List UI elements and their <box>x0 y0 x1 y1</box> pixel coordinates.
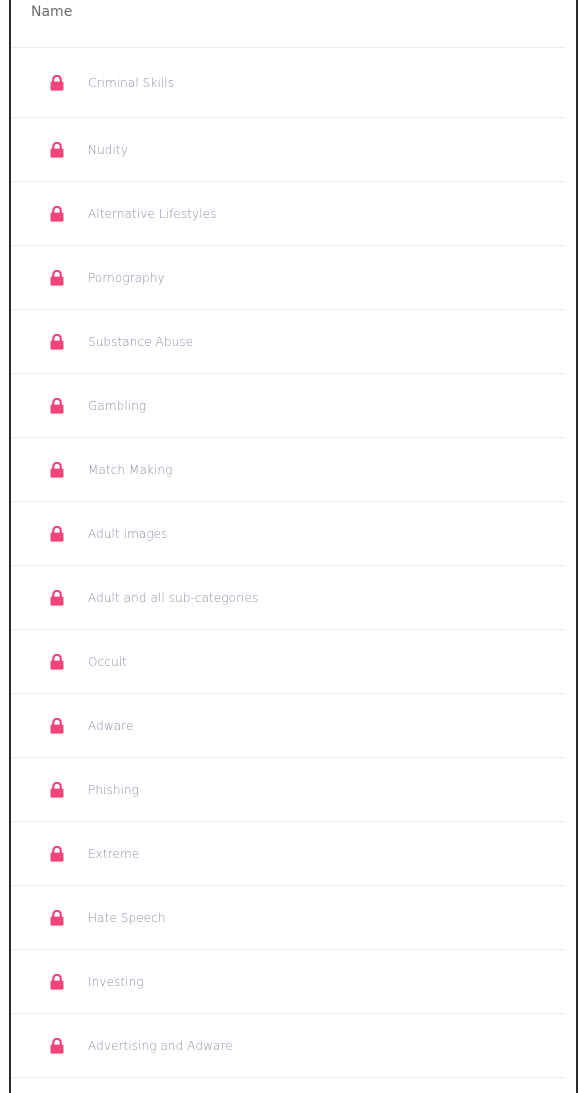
lock-icon <box>50 653 64 670</box>
table-row[interactable]: Adult and all sub-categories <box>11 566 565 630</box>
table-row[interactable]: Gambling <box>11 374 565 438</box>
category-name: Gambling <box>88 398 147 413</box>
category-name: Pornography <box>88 270 165 285</box>
table-row[interactable]: Phishing <box>11 758 565 822</box>
lock-icon <box>50 589 64 606</box>
lock-icon <box>50 781 64 798</box>
category-name: Hate Speech <box>88 910 166 925</box>
category-list-panel: Name Criminal Skills Nudity Alternative Li… <box>0 0 580 1093</box>
table-row[interactable]: Nudity <box>11 118 565 182</box>
category-name: Adult and all sub-categories <box>88 590 259 605</box>
category-name: Alternative Lifestyles <box>88 206 217 221</box>
category-name: Occult <box>88 654 127 669</box>
lock-icon <box>50 973 64 990</box>
table-row[interactable]: Adult images <box>11 502 565 566</box>
table-row[interactable]: Pornography <box>11 246 565 310</box>
category-name: Phishing <box>88 782 139 797</box>
lock-icon <box>50 525 64 542</box>
table-row[interactable]: Match Making <box>11 438 565 502</box>
lock-icon <box>50 845 64 862</box>
category-name: Adult images <box>88 526 168 541</box>
table-row[interactable]: Advertising and Adware <box>11 1014 565 1078</box>
table-row[interactable]: Hate Speech <box>11 886 565 950</box>
table-header: Name <box>11 0 565 48</box>
lock-icon <box>50 74 64 91</box>
lock-icon <box>50 397 64 414</box>
lock-icon <box>50 717 64 734</box>
table-row[interactable]: Occult <box>11 630 565 694</box>
lock-icon <box>50 1037 64 1054</box>
table-row[interactable]: Substance Abuse <box>11 310 565 374</box>
lock-icon <box>50 205 64 222</box>
table-row[interactable]: Adware <box>11 694 565 758</box>
category-name: Match Making <box>88 462 173 477</box>
category-name: Investing <box>88 974 144 989</box>
lock-icon <box>50 461 64 478</box>
table-row[interactable]: Criminal Skills <box>11 48 565 118</box>
table-row[interactable]: Extreme <box>11 822 565 886</box>
table-row[interactable]: Alternative Lifestyles <box>11 182 565 246</box>
category-table: Name Criminal Skills Nudity Alternative Li… <box>11 0 565 1078</box>
category-name: Criminal Skills <box>88 75 175 90</box>
category-name: Advertising and Adware <box>88 1038 233 1053</box>
panel-right-border <box>576 0 578 1093</box>
lock-icon <box>50 141 64 158</box>
lock-icon <box>50 333 64 350</box>
name-column-header[interactable]: Name <box>31 4 72 20</box>
category-name: Extreme <box>88 846 140 861</box>
category-name: Substance Abuse <box>88 334 194 349</box>
category-name: Nudity <box>88 142 128 157</box>
category-name: Adware <box>88 718 134 733</box>
lock-icon <box>50 909 64 926</box>
table-row[interactable]: Investing <box>11 950 565 1014</box>
lock-icon <box>50 269 64 286</box>
